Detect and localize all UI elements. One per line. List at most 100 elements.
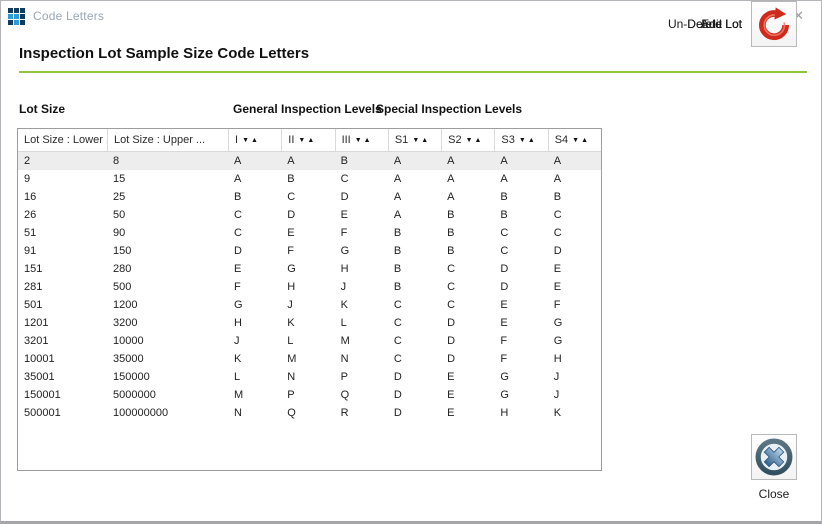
- column-label: Lot Size : Lower ...: [24, 134, 107, 146]
- table-row[interactable]: 281500FHJBCDE: [18, 278, 601, 296]
- column-label: S3: [501, 134, 514, 146]
- table-cell: 1200: [107, 296, 228, 314]
- table-cell: G: [281, 260, 334, 278]
- table-cell: J: [281, 296, 334, 314]
- table-cell: 25: [107, 188, 228, 206]
- table-cell: C: [441, 278, 494, 296]
- column-label: S1: [395, 134, 408, 146]
- table-cell: D: [388, 368, 441, 386]
- undelete-lot-row: Un-Delete Lot: [668, 1, 797, 47]
- table-cell: A: [228, 152, 281, 170]
- sort-icons[interactable]: ▼▲: [466, 137, 484, 144]
- close-button-label: Close: [751, 487, 797, 501]
- close-area: Close: [751, 434, 797, 501]
- table-cell: 91: [18, 242, 107, 260]
- table-row[interactable]: 28AABAAAA: [18, 152, 601, 170]
- undelete-lot-button[interactable]: [751, 1, 797, 47]
- sort-icons[interactable]: ▼▲: [355, 137, 373, 144]
- table-cell: B: [548, 188, 601, 206]
- table-cell: A: [494, 152, 547, 170]
- table-cell: 15: [107, 170, 228, 188]
- column-header-s2[interactable]: S2▼▲: [441, 129, 494, 151]
- table-body: 28AABAAAA915ABCAAAA1625BCDAABB2650CDEABB…: [18, 152, 601, 422]
- table-cell: D: [494, 260, 547, 278]
- table-cell: C: [441, 260, 494, 278]
- table-cell: G: [548, 332, 601, 350]
- table-cell: D: [335, 188, 388, 206]
- table-cell: B: [388, 278, 441, 296]
- table-cell: B: [388, 224, 441, 242]
- sort-icons[interactable]: ▼▲: [412, 137, 430, 144]
- table-cell: A: [281, 152, 334, 170]
- table-cell: 100000000: [107, 404, 228, 422]
- table-cell: H: [494, 404, 547, 422]
- sort-icons[interactable]: ▼▲: [242, 137, 260, 144]
- table-cell: 50: [107, 206, 228, 224]
- table-row[interactable]: 1500015000000MPQDEGJ: [18, 386, 601, 404]
- table-cell: C: [494, 242, 547, 260]
- column-header-ii[interactable]: II▼▲: [281, 129, 334, 151]
- table-row[interactable]: 500001100000000NQRDEHK: [18, 404, 601, 422]
- table-row[interactable]: 91150DFGBBCD: [18, 242, 601, 260]
- table-cell: J: [548, 368, 601, 386]
- column-header-lot-size-upper[interactable]: Lot Size : Upper ...: [107, 129, 228, 151]
- table-cell: C: [441, 296, 494, 314]
- table-cell: 35001: [18, 368, 107, 386]
- table-cell: Q: [335, 386, 388, 404]
- table-cell: 10000: [107, 332, 228, 350]
- table-cell: 151: [18, 260, 107, 278]
- column-header-i[interactable]: I▼▲: [228, 129, 281, 151]
- table-row[interactable]: 151280EGHBCDE: [18, 260, 601, 278]
- table-cell: A: [388, 152, 441, 170]
- table-cell: C: [548, 206, 601, 224]
- table-cell: A: [441, 188, 494, 206]
- table-cell: G: [335, 242, 388, 260]
- column-header-lot-size-lower[interactable]: Lot Size : Lower ...: [18, 129, 107, 151]
- table-cell: B: [388, 242, 441, 260]
- column-header-iii[interactable]: III▼▲: [335, 129, 388, 151]
- table-cell: H: [228, 314, 281, 332]
- table-cell: H: [335, 260, 388, 278]
- table-cell: P: [281, 386, 334, 404]
- column-label: S4: [555, 134, 568, 146]
- table-cell: B: [228, 188, 281, 206]
- table-cell: 5000000: [107, 386, 228, 404]
- table-cell: K: [228, 350, 281, 368]
- table-cell: C: [388, 296, 441, 314]
- table-cell: 9: [18, 170, 107, 188]
- table-cell: B: [441, 206, 494, 224]
- table-row[interactable]: 1625BCDAABB: [18, 188, 601, 206]
- sort-icons[interactable]: ▼▲: [572, 137, 590, 144]
- table-row[interactable]: 2650CDEABBC: [18, 206, 601, 224]
- table-row[interactable]: 5190CEFBBCC: [18, 224, 601, 242]
- table-cell: 35000: [107, 350, 228, 368]
- table-row[interactable]: 12013200HKLCDEG: [18, 314, 601, 332]
- table-row[interactable]: 5011200GJKCCEF: [18, 296, 601, 314]
- table-cell: B: [441, 242, 494, 260]
- column-header-s1[interactable]: S1 ▼▲: [388, 129, 441, 151]
- column-header-s4[interactable]: S4 ▼▲: [548, 129, 601, 151]
- close-button[interactable]: [751, 434, 797, 480]
- table-cell: N: [228, 404, 281, 422]
- table-cell: 500001: [18, 404, 107, 422]
- table-row[interactable]: 915ABCAAAA: [18, 170, 601, 188]
- table-cell: G: [494, 386, 547, 404]
- sort-icons[interactable]: ▼▲: [519, 137, 537, 144]
- table-cell: C: [335, 170, 388, 188]
- table-cell: B: [441, 224, 494, 242]
- table-cell: 26: [18, 206, 107, 224]
- table-cell: A: [548, 152, 601, 170]
- code-letters-table[interactable]: Lot Size : Lower ...Lot Size : Upper ...…: [17, 128, 602, 471]
- table-cell: M: [335, 332, 388, 350]
- table-cell: 2: [18, 152, 107, 170]
- table-row[interactable]: 320110000JLMCDFG: [18, 332, 601, 350]
- table-cell: J: [335, 278, 388, 296]
- table-row[interactable]: 35001150000LNPDEGJ: [18, 368, 601, 386]
- table-cell: 150: [107, 242, 228, 260]
- column-header-s3[interactable]: S3 ▼▲: [494, 129, 547, 151]
- sort-icons[interactable]: ▼▲: [298, 137, 316, 144]
- table-cell: H: [281, 278, 334, 296]
- table-row[interactable]: 1000135000KMNCDFH: [18, 350, 601, 368]
- table-cell: A: [441, 170, 494, 188]
- table-cell: L: [228, 368, 281, 386]
